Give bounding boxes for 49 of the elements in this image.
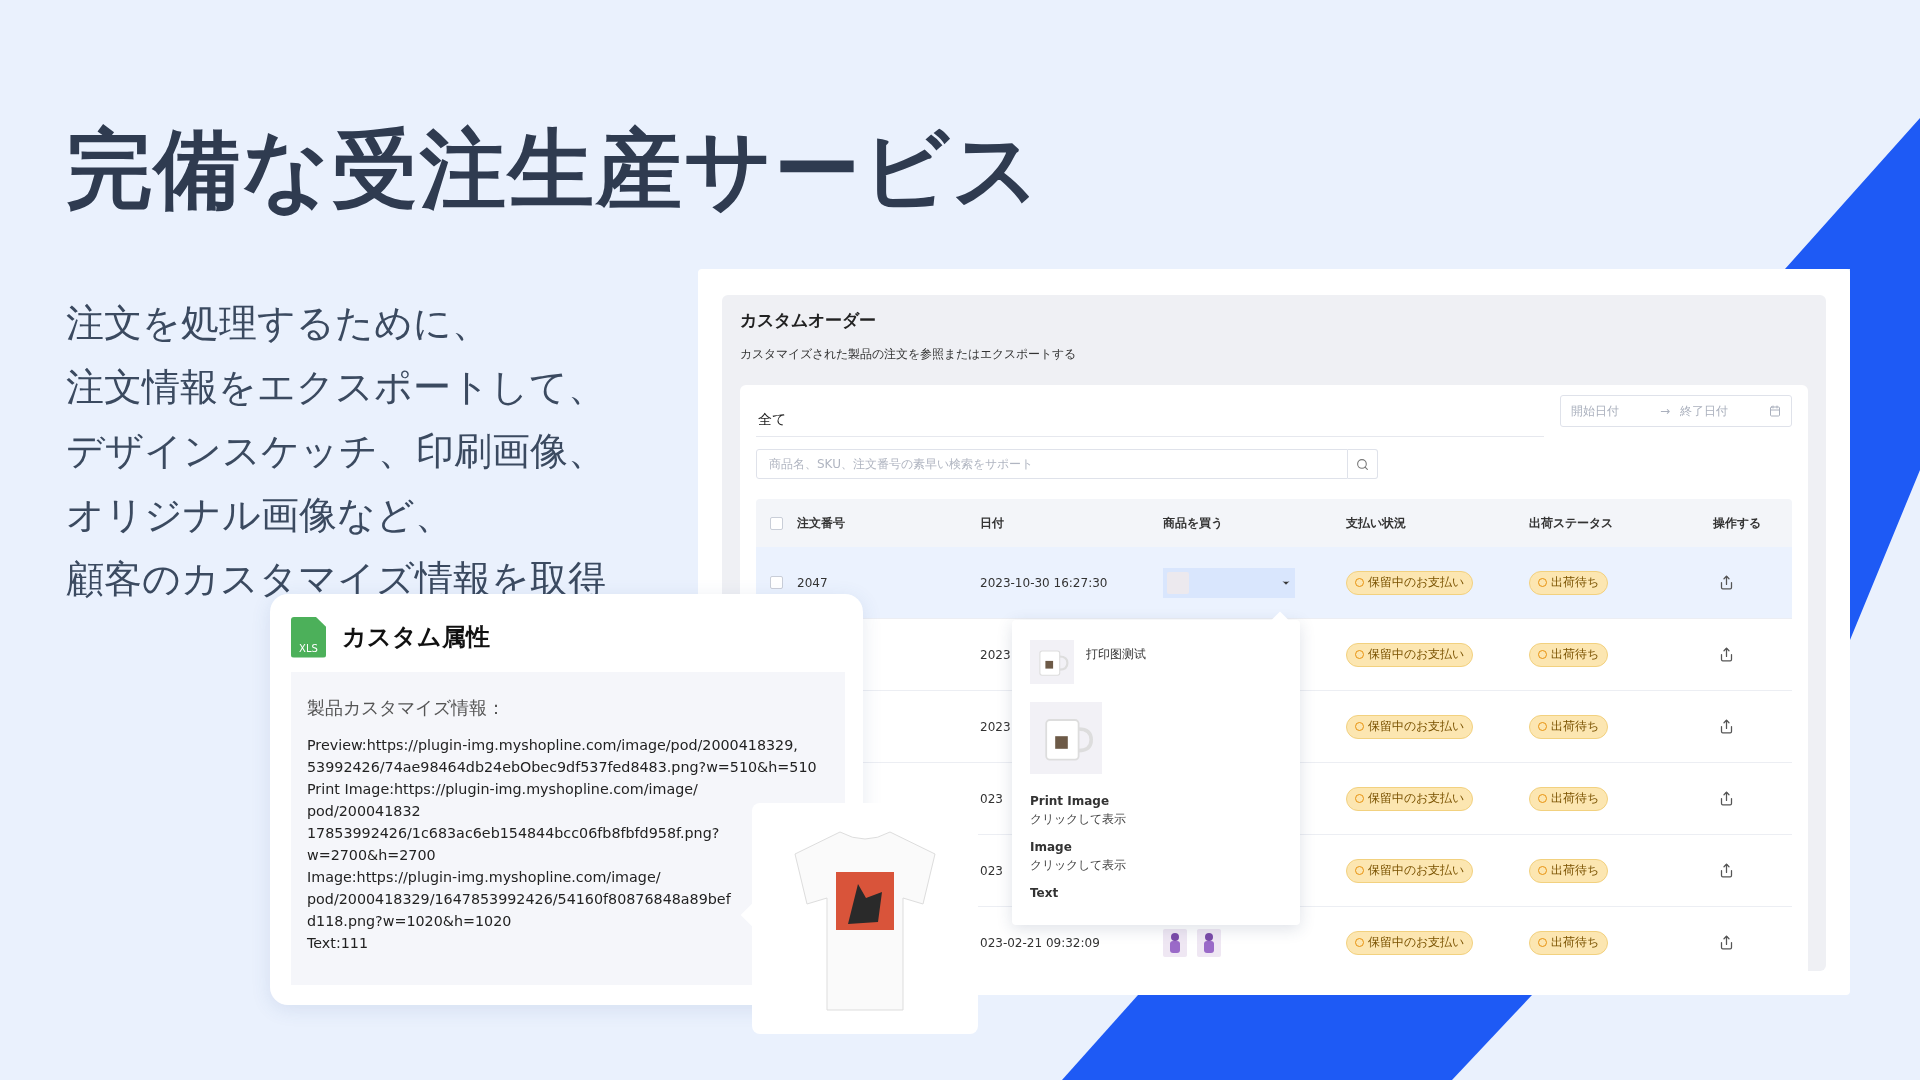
intro-text: 注文を処理するために、 — [66, 300, 490, 347]
column-header: 出荷ステータス — [1529, 514, 1613, 532]
intro-text: デザインスケッチ、印刷画像、 — [66, 428, 606, 475]
intro-text: オリジナル画像など、 — [66, 492, 453, 539]
headline: 完備な受注生産サービス — [66, 118, 1042, 221]
order-date: 2023 — [980, 647, 1011, 662]
info-text: w=2700&h=2700 — [307, 846, 436, 865]
page-title: カスタムオーダー — [740, 309, 877, 332]
payment-status-badge: 保留中のお支払い — [1346, 786, 1473, 811]
info-text: 53992426/74ae98464db24ebObec9df537fed8483.png?w=510&h=510 — [307, 758, 817, 777]
info-heading: 製品カスタマイズ情報： — [307, 696, 506, 720]
shipping-status-badge: 出荷待ち — [1529, 930, 1608, 955]
shipping-status-badge: 出荷待ち — [1529, 858, 1608, 883]
order-date: 2023 — [980, 719, 1011, 734]
column-header: 日付 — [980, 514, 1004, 532]
field-label: Print Image — [1030, 793, 1111, 810]
field-label: Image — [1030, 839, 1073, 856]
card-title: カスタム属性 — [342, 622, 490, 653]
order-number: 2047 — [797, 575, 828, 590]
info-text: pod/2000418329/1647853992426/54160f80876848a89bef — [307, 890, 731, 909]
info-text: Text:111 — [307, 934, 369, 953]
order-date: 023 — [980, 791, 1003, 806]
info-text: Image:https://plugin-img.myshopline.com/image/ — [307, 868, 661, 887]
info-text: pod/200041832 — [307, 802, 421, 821]
shipping-status-badge: 出荷待ち — [1529, 786, 1608, 811]
payment-status-badge: 保留中のお支払い — [1346, 570, 1473, 595]
column-header: 支払い状況 — [1346, 514, 1406, 532]
order-date: 2023-10-30 16:27:30 — [980, 575, 1108, 590]
column-header: 商品を買う — [1163, 514, 1223, 532]
payment-status-badge: 保留中のお支払い — [1346, 714, 1473, 739]
order-date: 023 — [980, 863, 1003, 878]
shipping-status-badge: 出荷待ち — [1529, 570, 1608, 595]
field-label: Text — [1030, 885, 1060, 902]
page-subtitle: カスタマイズされた製品の注文を参照またはエクスポートする — [740, 346, 1077, 363]
payment-status-badge: 保留中のお支払い — [1346, 642, 1473, 667]
order-date: 023-02-21 09:32:09 — [980, 935, 1100, 950]
intro-text: 注文情報をエクスポートして、 — [66, 364, 606, 411]
shipping-status-badge: 出荷待ち — [1529, 714, 1608, 739]
info-text: Preview:https://plugin-img.myshopline.com/image/pod/2000418329, — [307, 736, 798, 755]
xls-file-icon: XLS — [291, 616, 326, 658]
product-caption: 打印图测试 — [1086, 646, 1146, 663]
column-header: 注文番号 — [797, 514, 845, 532]
shipping-status-badge: 出荷待ち — [1529, 642, 1608, 667]
info-text: Print Image:https://plugin-img.myshopline.com/image/ — [307, 780, 698, 799]
column-header: 操作する — [1713, 514, 1761, 532]
payment-status-badge: 保留中のお支払い — [1346, 858, 1473, 883]
info-text: 17853992426/1c683ac6eb154844bcc06fb8fbfd958f.png? — [307, 824, 720, 843]
payment-status-badge: 保留中のお支払い — [1346, 930, 1473, 955]
info-text: d118.png?w=1020&h=1020 — [307, 912, 512, 931]
